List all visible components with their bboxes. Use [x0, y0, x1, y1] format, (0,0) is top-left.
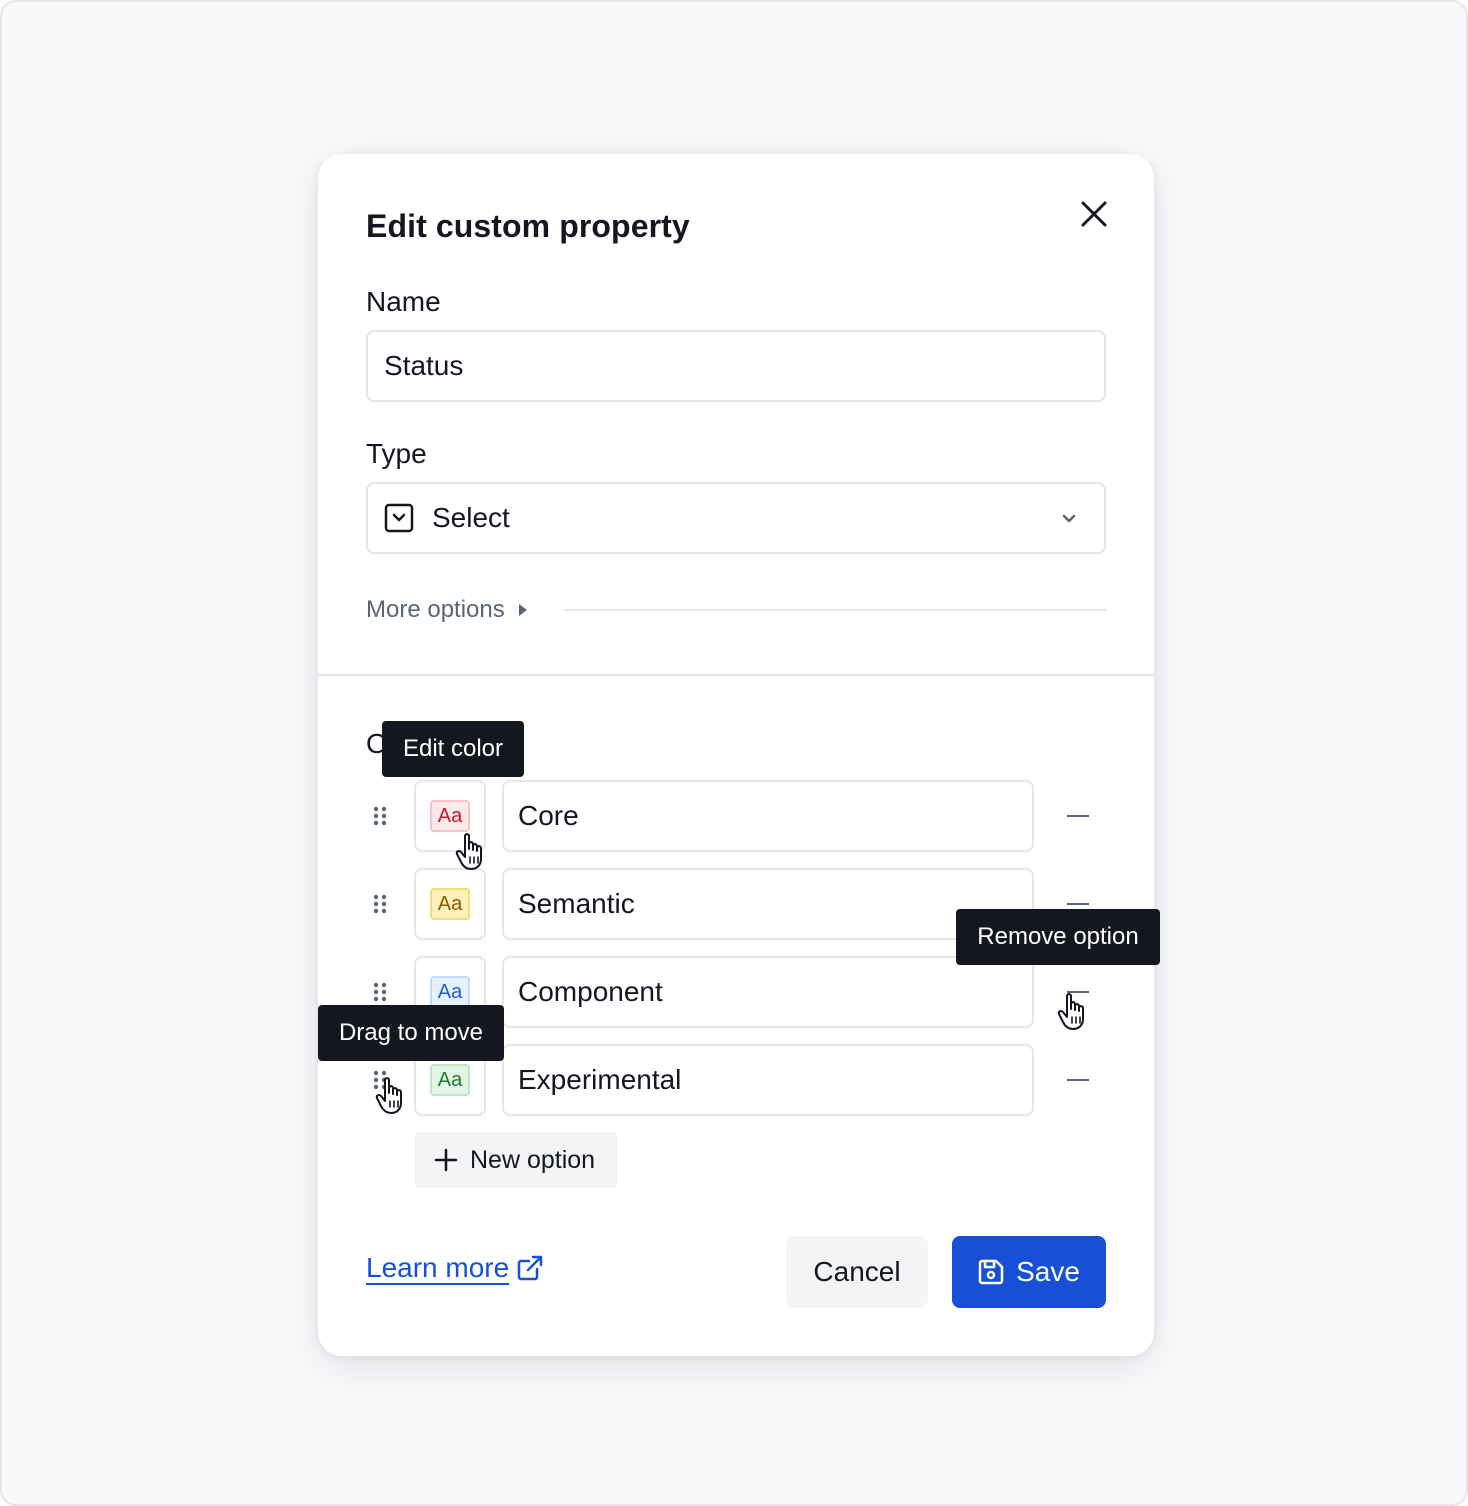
- hand-cursor-icon: [1057, 993, 1084, 1030]
- caret-right-icon: [517, 602, 529, 618]
- drag-handle-icon: [373, 982, 387, 1002]
- close-icon: [1081, 201, 1107, 227]
- drag-handle-icon: [373, 806, 387, 826]
- minus-icon: [1067, 815, 1089, 817]
- remove-option-button[interactable]: [1058, 1060, 1098, 1100]
- edit-color-button[interactable]: Aa: [414, 868, 486, 940]
- option-input[interactable]: Core: [502, 780, 1034, 852]
- learn-more-link[interactable]: Learn more: [366, 1252, 543, 1284]
- drag-handle[interactable]: [366, 802, 394, 830]
- option-input[interactable]: Semantic: [502, 868, 1034, 940]
- name-input-value: Status: [384, 350, 464, 381]
- type-select[interactable]: Select: [366, 482, 1106, 554]
- more-options-divider: [564, 609, 1106, 611]
- save-label: Save: [1016, 1256, 1080, 1287]
- plus-icon: [434, 1148, 458, 1172]
- minus-icon: [1067, 1079, 1089, 1081]
- option-input-value: Semantic: [518, 888, 635, 919]
- section-divider: [318, 674, 1154, 676]
- cancel-button[interactable]: Cancel: [786, 1236, 928, 1308]
- name-label: Name: [366, 286, 441, 317]
- more-options-label: More options: [366, 596, 505, 623]
- close-button[interactable]: [1074, 194, 1114, 234]
- more-options-toggle[interactable]: More options: [366, 594, 529, 626]
- color-chip: Aa: [430, 976, 470, 1008]
- type-label: Type: [366, 438, 427, 469]
- color-chip: Aa: [430, 888, 470, 920]
- color-chip: Aa: [430, 1064, 470, 1096]
- learn-more-label: Learn more: [366, 1252, 510, 1283]
- save-button[interactable]: Save: [952, 1236, 1106, 1308]
- background-canvas: Edit custom property Name Status Type Se…: [0, 0, 1468, 1506]
- drag-handle[interactable]: [366, 978, 394, 1006]
- external-link-icon: [517, 1255, 543, 1281]
- save-icon: [978, 1259, 1004, 1285]
- name-input[interactable]: Status: [366, 330, 1106, 402]
- drag-handle[interactable]: [366, 890, 394, 918]
- option-input[interactable]: Experimental: [502, 1044, 1034, 1116]
- type-select-value: Select: [432, 502, 510, 533]
- drag-handle-icon: [373, 894, 387, 914]
- minus-icon: [1067, 903, 1089, 905]
- drag-to-move-tooltip: Drag to move: [318, 1005, 504, 1061]
- option-input-value: Core: [518, 800, 579, 831]
- select-box-icon: [384, 503, 414, 533]
- option-input-value: Component: [518, 976, 663, 1007]
- hand-cursor-icon: [375, 1077, 402, 1114]
- new-option-button[interactable]: New option: [414, 1132, 618, 1188]
- hand-cursor-icon: [455, 833, 482, 870]
- dialog-title: Edit custom property: [366, 208, 690, 244]
- remove-option-button[interactable]: [1058, 796, 1098, 836]
- chevron-down-icon: [1058, 508, 1080, 530]
- option-input[interactable]: Component: [502, 956, 1034, 1028]
- option-input-value: Experimental: [518, 1064, 682, 1095]
- color-chip: Aa: [430, 800, 470, 832]
- new-option-label: New option: [470, 1145, 596, 1174]
- remove-option-tooltip: Remove option: [956, 909, 1160, 965]
- edit-color-tooltip: Edit color: [382, 721, 524, 777]
